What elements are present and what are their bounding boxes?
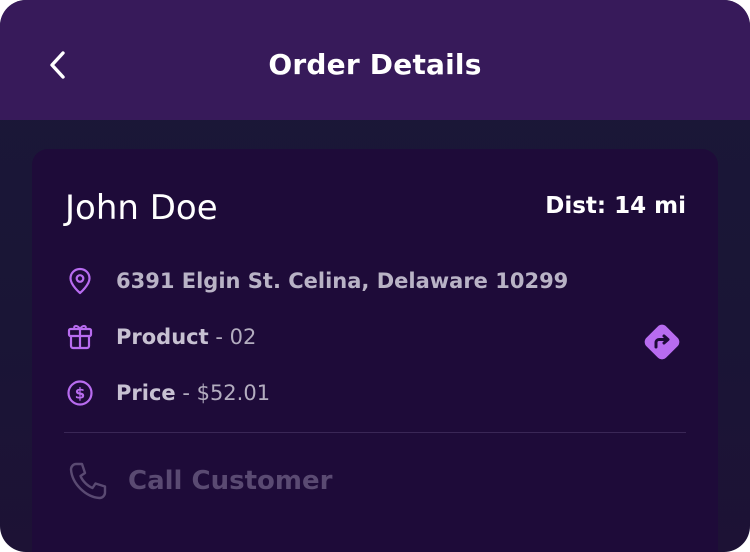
divider [64,432,686,433]
distance-label: Dist: 14 mi [545,193,686,219]
customer-name: John Doe [65,188,218,228]
directions-button[interactable] [640,320,684,364]
product-separator: - [208,325,230,349]
product-value: 02 [229,325,257,349]
product-row: Product - 02 [66,319,256,355]
phone-icon [66,459,110,503]
box-icon [66,323,94,351]
app-header: Order Details [0,0,750,120]
dollar-circle-icon: $ [66,379,94,407]
call-customer-label: Call Customer [128,466,333,496]
page-title: Order Details [268,48,482,81]
price-row: $ Price - $52.01 [66,375,270,411]
order-card: John Doe Dist: 14 mi 6391 Elgin St. Celi… [32,149,718,552]
svg-text:$: $ [75,385,85,403]
price-separator: - [175,381,197,405]
order-details-screen: Order Details John Doe Dist: 14 mi 6391 … [0,0,750,552]
directions-icon [644,324,680,360]
price-value: $52.01 [196,381,271,405]
location-pin-icon [66,267,94,295]
address-row: 6391 Elgin St. Celina, Delaware 10299 [66,263,568,299]
address-text: 6391 Elgin St. Celina, Delaware 10299 [116,269,569,293]
price-label: Price [116,381,176,405]
product-label: Product [116,325,209,349]
call-customer-button[interactable]: Call Customer [66,459,332,503]
